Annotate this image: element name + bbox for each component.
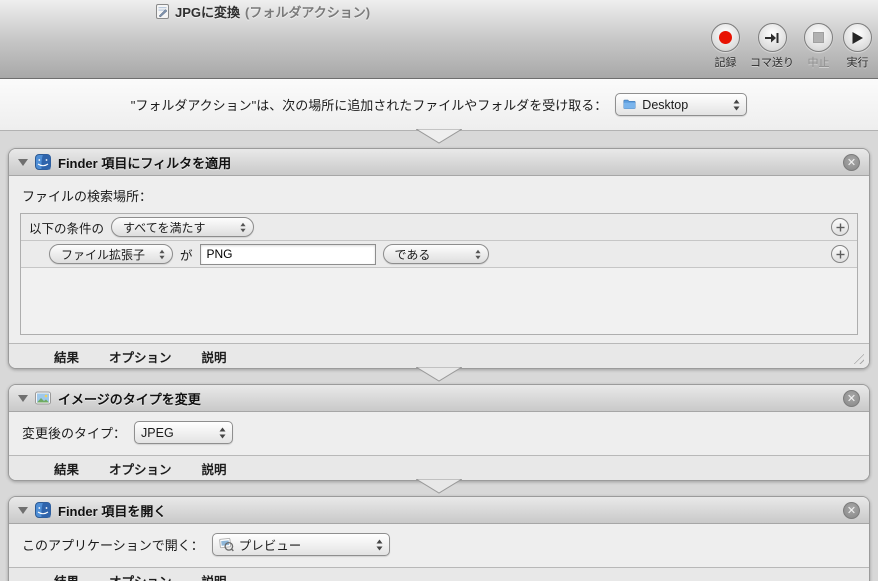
- record-button[interactable]: 記録: [711, 23, 740, 70]
- window-header: JPGに変換 (フォルダアクション) 記録 コマ送り 中止 実行: [0, 0, 878, 79]
- type-field-label: 変更後のタイプ：: [22, 426, 127, 441]
- action-footer: 結果 オプション 説明: [9, 455, 869, 480]
- filter-criteria-box: 以下の条件の すべてを満たす ファイル拡張子 が PNG である: [20, 213, 858, 335]
- folder-icon: [623, 99, 636, 109]
- open-with-label: このアプリケーションで開く：: [22, 538, 204, 553]
- action-title: Finder 項目にフィルタを適用: [58, 155, 232, 171]
- plus-icon: [836, 223, 844, 231]
- operator-popup[interactable]: である: [382, 244, 489, 264]
- stepper-arrows-icon: [474, 249, 481, 259]
- action-title: イメージのタイプを変更: [58, 391, 201, 407]
- action-body: ファイルの検索場所： 以下の条件の すべてを満たす ファイル拡張子 が PNG …: [9, 176, 869, 343]
- close-action-button[interactable]: ✕: [843, 389, 860, 407]
- connector-tab: [416, 129, 462, 144]
- description-link[interactable]: 説明: [202, 459, 227, 478]
- plus-icon: [836, 250, 844, 258]
- connector-tab: [416, 479, 462, 494]
- workflow-area: Finder 項目にフィルタを適用 ✕ ファイルの検索場所： 以下の条件の すべ…: [0, 148, 878, 581]
- step-forward-button[interactable]: コマ送り: [750, 23, 794, 70]
- location-dropdown[interactable]: Desktop: [615, 93, 748, 116]
- match-mode-value: すべてを満たす: [123, 220, 206, 235]
- attribute-value: ファイル拡張子: [61, 247, 146, 262]
- match-prefix-label: 以下の条件の: [29, 221, 105, 236]
- finder-icon: [35, 502, 51, 518]
- run-button-label: 実行: [846, 57, 869, 69]
- stepper-arrows-icon: [240, 222, 246, 232]
- action-block-change-image-type: イメージのタイプを変更 ✕ 変更後のタイプ： JPEG 結果 オプション 説明: [8, 384, 870, 494]
- results-link[interactable]: 結果: [54, 459, 79, 478]
- folder-action-input-bar: "フォルダアクション"は、次の場所に追加されたファイルやフォルダを受け取る： D…: [0, 79, 878, 144]
- workflow-document-icon: [156, 4, 169, 19]
- finder-icon: [35, 154, 51, 170]
- options-link[interactable]: オプション: [109, 571, 172, 581]
- filter-empty-area: [21, 268, 857, 334]
- stepper-arrows-icon: [159, 249, 165, 259]
- disclosure-triangle-icon[interactable]: [18, 158, 28, 166]
- results-link[interactable]: 結果: [54, 571, 79, 581]
- add-criteria-button[interactable]: [831, 218, 849, 236]
- close-action-button[interactable]: ✕: [843, 501, 860, 519]
- step-forward-icon: [765, 32, 779, 43]
- action-header[interactable]: Finder 項目を開く ✕: [9, 497, 869, 524]
- action-footer: 結果 オプション 説明: [9, 343, 869, 368]
- match-mode-popup[interactable]: すべてを満たす: [111, 217, 255, 237]
- action-footer: 結果 オプション 説明: [9, 567, 869, 581]
- titlebar: JPGに変換 (フォルダアクション): [155, 2, 370, 21]
- record-button-label: 記録: [714, 57, 737, 69]
- condition-joiner-label: が: [180, 248, 193, 263]
- operator-value: である: [394, 247, 431, 262]
- stop-icon: [813, 32, 824, 43]
- add-condition-button[interactable]: [831, 245, 849, 263]
- folder-action-description: "フォルダアクション"は、次の場所に追加されたファイルやフォルダを受け取る：: [130, 98, 608, 113]
- action-body: このアプリケーションで開く： プレビュー: [9, 524, 869, 567]
- image-type-value: JPEG: [141, 425, 174, 440]
- connector-tab: [416, 367, 462, 382]
- action-block-filter-finder-items: Finder 項目にフィルタを適用 ✕ ファイルの検索場所： 以下の条件の すべ…: [8, 148, 870, 382]
- disclosure-triangle-icon[interactable]: [18, 394, 28, 402]
- window-title-suffix: (フォルダアクション): [245, 5, 371, 20]
- action-header[interactable]: イメージのタイプを変更 ✕: [9, 385, 869, 412]
- image-type-dropdown[interactable]: JPEG: [134, 421, 234, 444]
- search-scope-label: ファイルの検索場所：: [22, 189, 153, 204]
- attribute-popup[interactable]: ファイル拡張子: [49, 244, 173, 264]
- resize-handle[interactable]: [851, 351, 864, 364]
- action-body: 変更後のタイプ： JPEG: [9, 412, 869, 455]
- options-link[interactable]: オプション: [109, 347, 172, 366]
- step-forward-button-label: コマ送り: [750, 57, 794, 69]
- filter-match-row: 以下の条件の すべてを満たす: [21, 214, 857, 241]
- toolbar: 記録 コマ送り 中止 実行: [711, 23, 872, 70]
- run-icon: [852, 31, 863, 44]
- options-link[interactable]: オプション: [109, 459, 172, 478]
- filter-condition-row: ファイル拡張子 が である: [21, 241, 857, 268]
- location-dropdown-value: Desktop: [642, 97, 689, 112]
- description-link[interactable]: 説明: [202, 571, 227, 581]
- action-header[interactable]: Finder 項目にフィルタを適用 ✕: [9, 149, 869, 176]
- stepper-arrows-icon: [376, 539, 383, 550]
- description-link[interactable]: 説明: [202, 347, 227, 366]
- stop-button-label: 中止: [807, 57, 830, 69]
- preview-app-icon: [218, 537, 234, 552]
- stepper-arrows-icon: [733, 99, 740, 110]
- application-value: プレビュー: [238, 539, 302, 553]
- stepper-arrows-icon: [219, 427, 226, 438]
- window-title: JPGに変換: [175, 5, 241, 20]
- image-action-icon: [35, 391, 51, 405]
- record-icon: [719, 31, 732, 44]
- condition-value-input[interactable]: [199, 243, 376, 265]
- action-block-open-finder-items: Finder 項目を開く ✕ このアプリケーションで開く： プレビュー: [8, 496, 870, 581]
- action-title: Finder 項目を開く: [58, 503, 167, 519]
- results-link[interactable]: 結果: [54, 347, 79, 366]
- close-action-button[interactable]: ✕: [843, 153, 860, 171]
- run-button[interactable]: 実行: [843, 23, 872, 70]
- stop-button: 中止: [804, 23, 833, 70]
- application-dropdown[interactable]: プレビュー: [211, 533, 390, 556]
- disclosure-triangle-icon[interactable]: [18, 506, 28, 514]
